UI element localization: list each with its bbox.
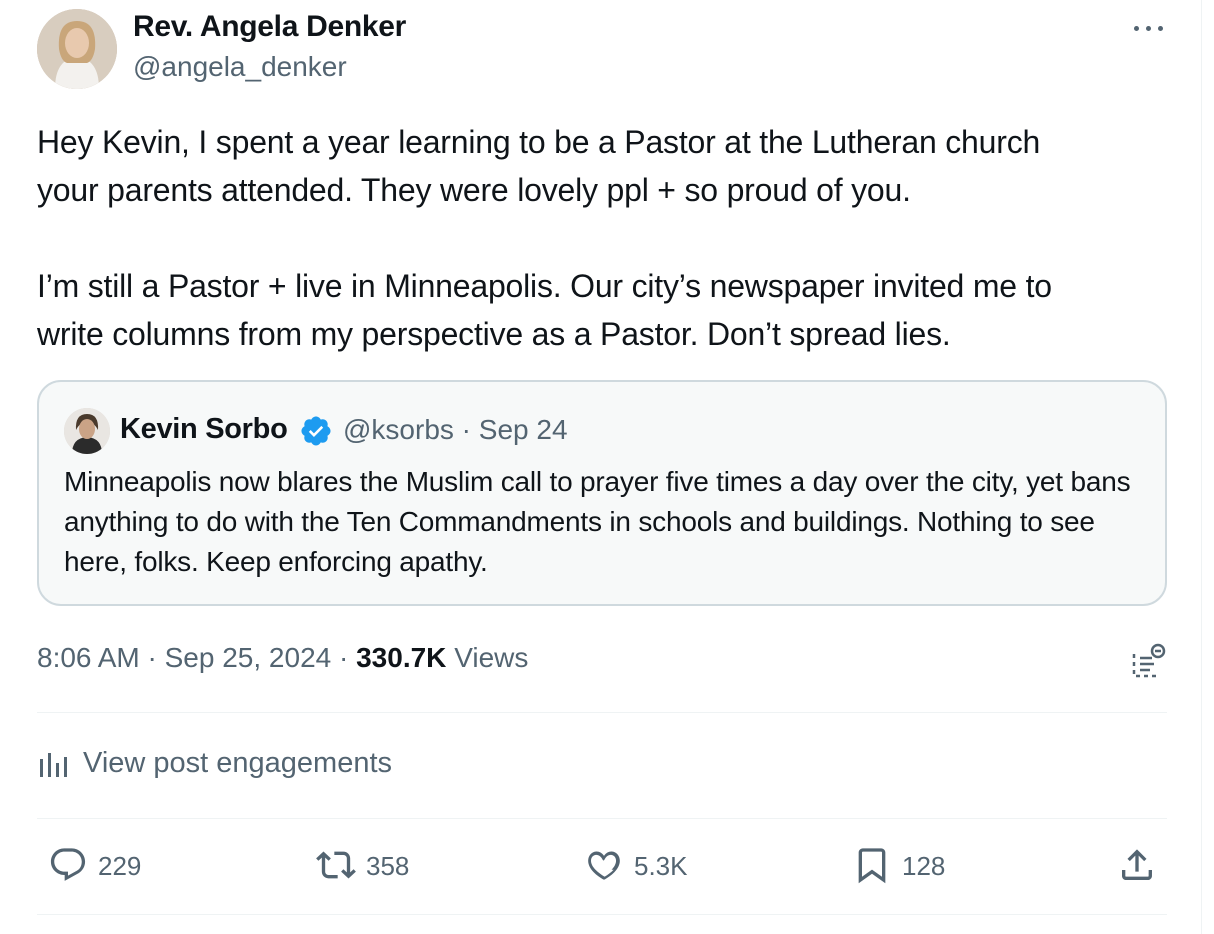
grok-icon[interactable] (1130, 642, 1168, 680)
post-date[interactable]: Sep 25, 2024 (165, 642, 332, 673)
author-name[interactable]: Rev. Angela Denker (133, 10, 406, 44)
like-icon (588, 851, 620, 880)
repost-icon (316, 851, 356, 879)
quoted-author-name[interactable]: Kevin Sorbo (120, 413, 288, 446)
more-icon[interactable] (1132, 20, 1166, 36)
bookmark-count: 128 (902, 851, 946, 881)
views-count: 330.7K (356, 642, 447, 673)
panel-border (1201, 0, 1202, 934)
divider (37, 818, 1167, 819)
repost-count: 358 (366, 851, 410, 881)
share-icon (1122, 849, 1152, 880)
divider (37, 712, 1167, 713)
like-count: 5.3K (634, 851, 688, 881)
quoted-author-meta[interactable]: @ksorbs · Sep 24 (343, 414, 568, 446)
separator: · (139, 642, 165, 673)
reply-count: 229 (98, 851, 142, 881)
views-label: Views (454, 642, 529, 673)
author-handle[interactable]: @angela_denker (133, 51, 347, 83)
quoted-post-text: Minneapolis now blares the Muslim call t… (64, 466, 1131, 577)
divider (37, 914, 1167, 915)
view-engagements-label: View post engagements (83, 747, 393, 779)
reply-icon (50, 848, 86, 881)
bookmark-icon (858, 848, 886, 884)
analytics-icon (40, 753, 67, 777)
author-avatar[interactable] (37, 9, 117, 89)
post-timestamp-row: 8:06 AM · Sep 25, 2024 · 330.7K Views (37, 642, 528, 674)
post-text: Hey Kevin, I spent a year learning to be… (37, 124, 1052, 352)
separator: · (331, 642, 357, 673)
post-time[interactable]: 8:06 AM (37, 642, 140, 673)
quoted-author-avatar[interactable] (64, 408, 110, 454)
verified-badge-icon (299, 414, 333, 448)
quoted-post[interactable]: Kevin Sorbo @ksorbs · Sep 24 Minneapolis… (37, 380, 1167, 606)
